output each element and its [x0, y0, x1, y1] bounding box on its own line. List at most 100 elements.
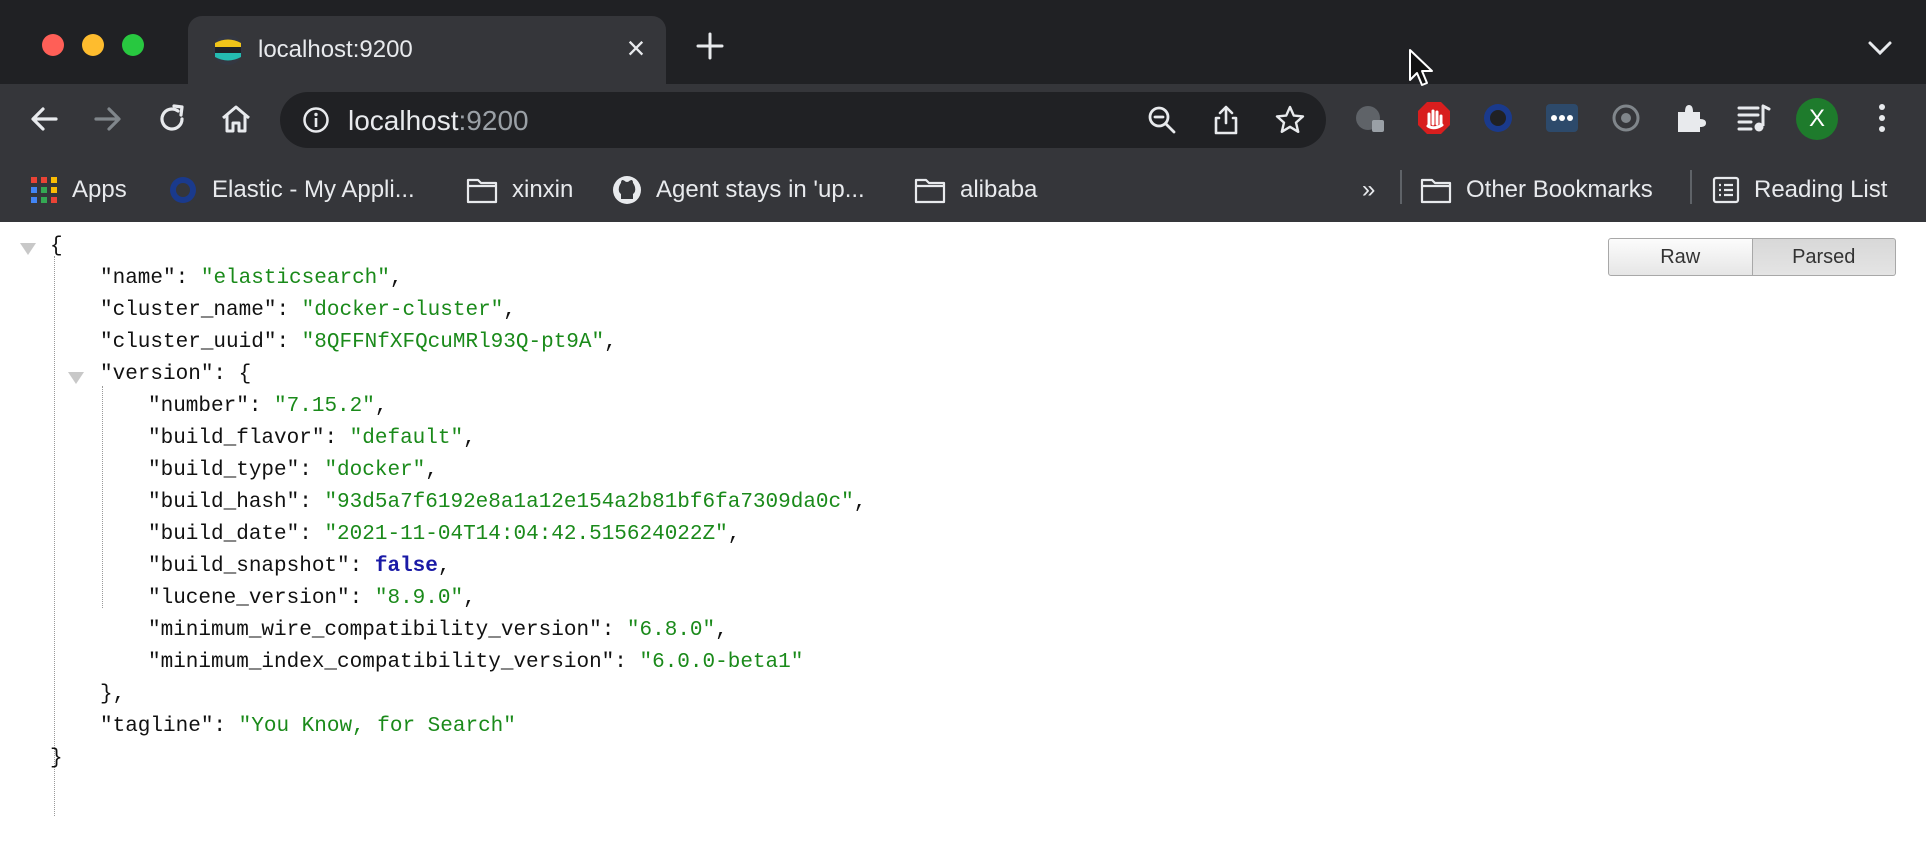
minimize-window-button[interactable] [82, 34, 104, 56]
json-line: "build_snapshot": false, [148, 555, 451, 578]
json-string-value: "default" [349, 427, 464, 450]
parsed-button[interactable]: Parsed [1752, 238, 1896, 276]
json-line: { [50, 231, 63, 263]
browser-tab[interactable]: localhost:9200 × [188, 16, 666, 84]
bookmark-alibaba[interactable]: alibaba [914, 172, 1037, 208]
bookmark-label: Reading List [1754, 176, 1888, 203]
url-text[interactable]: localhost:9200 [348, 105, 529, 137]
new-tab-icon[interactable] [692, 28, 728, 64]
extension-grey-icon[interactable] [1352, 100, 1388, 136]
json-boolean-value: false [374, 555, 438, 578]
json-line: } [50, 743, 63, 775]
github-icon [613, 176, 641, 204]
close-tab-icon[interactable]: × [618, 30, 654, 66]
raw-button[interactable]: Raw [1608, 238, 1753, 276]
json-line: "build_type": "docker", [148, 459, 438, 482]
json-key: "minimum_wire_compatibility_version" [148, 619, 602, 642]
bookmark-star-icon[interactable] [1274, 104, 1306, 136]
json-key: "version" [100, 363, 214, 386]
json-line: "cluster_name": "docker-cluster", [100, 299, 516, 322]
json-key: "minimum_index_compatibility_version" [148, 651, 615, 674]
forward-icon[interactable] [90, 101, 126, 137]
json-string-value: "2021-11-04T14:04:42.515624022Z" [324, 523, 728, 546]
mouse-cursor-icon [1409, 49, 1433, 86]
elastic-icon [170, 177, 196, 203]
site-info-icon[interactable] [302, 106, 330, 134]
json-key: "tagline" [100, 715, 214, 738]
back-icon[interactable] [26, 101, 62, 137]
profile-avatar[interactable]: X [1796, 98, 1838, 140]
other-bookmarks[interactable]: Other Bookmarks [1420, 172, 1653, 208]
json-string-value: "8.9.0" [374, 587, 464, 610]
bookmark-elastic[interactable]: Elastic - My Appli... [168, 172, 415, 208]
json-key: "name" [100, 267, 176, 290]
bookmarks-overflow-button[interactable]: » [1362, 172, 1375, 208]
menu-kebab-icon[interactable] [1864, 100, 1900, 136]
json-string-value: "You Know, for Search" [238, 715, 516, 738]
sync-extension-icon[interactable] [1608, 100, 1644, 136]
bookmark-divider [1400, 170, 1402, 204]
json-viewer: Raw Parsed { "name": "elasticsearch", "c… [0, 222, 1926, 860]
raw-parsed-toggle: Raw Parsed [1608, 238, 1896, 276]
bookmark-label: xinxin [512, 176, 574, 203]
json-key: "build_flavor" [148, 427, 325, 450]
json-string-value: "6.0.0-beta1" [639, 651, 804, 674]
folder-icon [466, 178, 498, 204]
adblock-icon[interactable] [1416, 100, 1452, 136]
bookmark-label: alibaba [960, 176, 1038, 203]
reading-list-icon [1712, 176, 1740, 204]
json-line: "name": "elasticsearch", [100, 267, 403, 290]
more-dots-extension-icon[interactable] [1544, 100, 1580, 136]
media-queue-icon[interactable] [1736, 100, 1772, 136]
folder-icon [1420, 178, 1452, 204]
reading-list[interactable]: Reading List [1712, 172, 1887, 208]
address-bar[interactable]: localhost:9200 [280, 92, 1326, 148]
close-window-button[interactable] [42, 34, 64, 56]
url-port: :9200 [458, 105, 529, 136]
json-key: "lucene_version" [148, 587, 350, 610]
json-string-value: "elasticsearch" [200, 267, 390, 290]
bookmark-github-agent[interactable]: Agent stays in 'up... [612, 172, 865, 208]
json-line: "build_flavor": "default", [148, 427, 476, 450]
json-string-value: "93d5a7f6192e8a1a12e154a2b81bf6fa7309da0… [324, 491, 854, 514]
json-line: "lucene_version": "8.9.0", [148, 587, 476, 610]
extensions-puzzle-icon[interactable] [1672, 100, 1708, 136]
bookmark-label: Elastic - My Appli... [212, 176, 415, 203]
share-icon[interactable] [1210, 104, 1242, 136]
bookmark-label: Agent stays in 'up... [656, 176, 865, 203]
elastic-favicon-icon [213, 35, 243, 65]
json-string-value: "8QFFNfXFQcuMRl93Q-pt9A" [301, 331, 605, 354]
bookmark-xinxin[interactable]: xinxin [466, 172, 573, 208]
maximize-window-button[interactable] [122, 34, 144, 56]
indent-guide [102, 386, 103, 608]
collapse-version-toggle[interactable] [68, 372, 84, 384]
json-key: "cluster_uuid" [100, 331, 277, 354]
chevron-down-icon[interactable] [1864, 36, 1896, 60]
home-icon[interactable] [218, 101, 254, 137]
json-key: "cluster_name" [100, 299, 277, 322]
json-line: "number": "7.15.2", [148, 395, 388, 418]
bookmark-label: Apps [72, 176, 127, 203]
tab-strip: localhost:9200 × [0, 0, 1926, 84]
folder-icon [914, 178, 946, 204]
circle-extension-icon[interactable] [1480, 100, 1516, 136]
json-key: "build_hash" [148, 491, 300, 514]
json-key: "build_snapshot" [148, 555, 350, 578]
indent-guide [54, 256, 55, 816]
reload-icon[interactable] [154, 101, 190, 137]
json-brace: } [50, 747, 63, 770]
bookmark-apps[interactable]: Apps [30, 172, 127, 208]
bookmark-divider [1690, 170, 1692, 204]
browser-chrome: localhost:9200 × localhost:9200 X Apps E… [0, 0, 1926, 222]
url-host: localhost [348, 105, 459, 136]
bookmarks-bar: Apps Elastic - My Appli... xinxin Agent … [0, 160, 1926, 222]
zoom-out-icon[interactable] [1146, 104, 1178, 136]
collapse-root-toggle[interactable] [20, 243, 36, 255]
json-line: "build_date": "2021-11-04T14:04:42.51562… [148, 523, 741, 546]
json-brace: { [50, 235, 63, 258]
bookmark-label: Other Bookmarks [1466, 176, 1653, 203]
json-string-value: "docker-cluster" [301, 299, 504, 322]
json-key: "build_type" [148, 459, 300, 482]
json-line: "minimum_wire_compatibility_version": "6… [148, 619, 728, 642]
json-line: "cluster_uuid": "8QFFNfXFQcuMRl93Q-pt9A"… [100, 331, 617, 354]
